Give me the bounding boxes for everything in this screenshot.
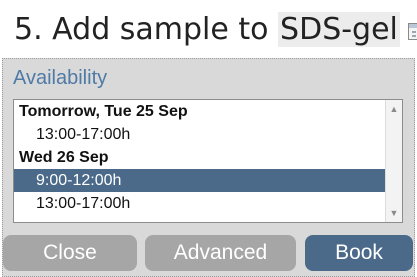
step-title-target: SDS-gel xyxy=(278,12,400,47)
availability-listbox[interactable]: Tomorrow, Tue 25 Sep 13:00-17:00h Wed 26… xyxy=(13,99,403,223)
step-title-prefix: 5. Add sample to xyxy=(14,12,279,47)
listbox-scrollbar[interactable]: ▲ ▼ xyxy=(385,100,402,222)
advanced-button[interactable]: Advanced xyxy=(145,235,296,271)
book-button[interactable]: Book xyxy=(305,235,413,271)
slot-wed-13-17[interactable]: 13:00-17:00h xyxy=(14,192,402,215)
calendar-icon[interactable] xyxy=(407,23,417,40)
date-header-tue-25-sep: Tomorrow, Tue 25 Sep xyxy=(19,103,188,120)
scroll-up-arrow-icon[interactable]: ▲ xyxy=(386,102,402,116)
slot-wed-9-12-selected[interactable]: 9:00-12:00h xyxy=(14,169,402,192)
step-title-bar: 5. Add sample to SDS-gel xyxy=(0,0,417,58)
availability-panel: Availability Tomorrow, Tue 25 Sep 13:00-… xyxy=(2,58,415,277)
close-button[interactable]: Close xyxy=(3,235,137,271)
availability-label: Availability xyxy=(13,67,108,89)
date-header-wed-26-sep: Wed 26 Sep xyxy=(19,149,109,166)
scroll-down-arrow-icon[interactable]: ▼ xyxy=(386,206,402,220)
step-title: 5. Add sample to SDS-gel xyxy=(14,8,417,52)
slot-tue-13-17[interactable]: 13:00-17:00h xyxy=(14,123,402,146)
